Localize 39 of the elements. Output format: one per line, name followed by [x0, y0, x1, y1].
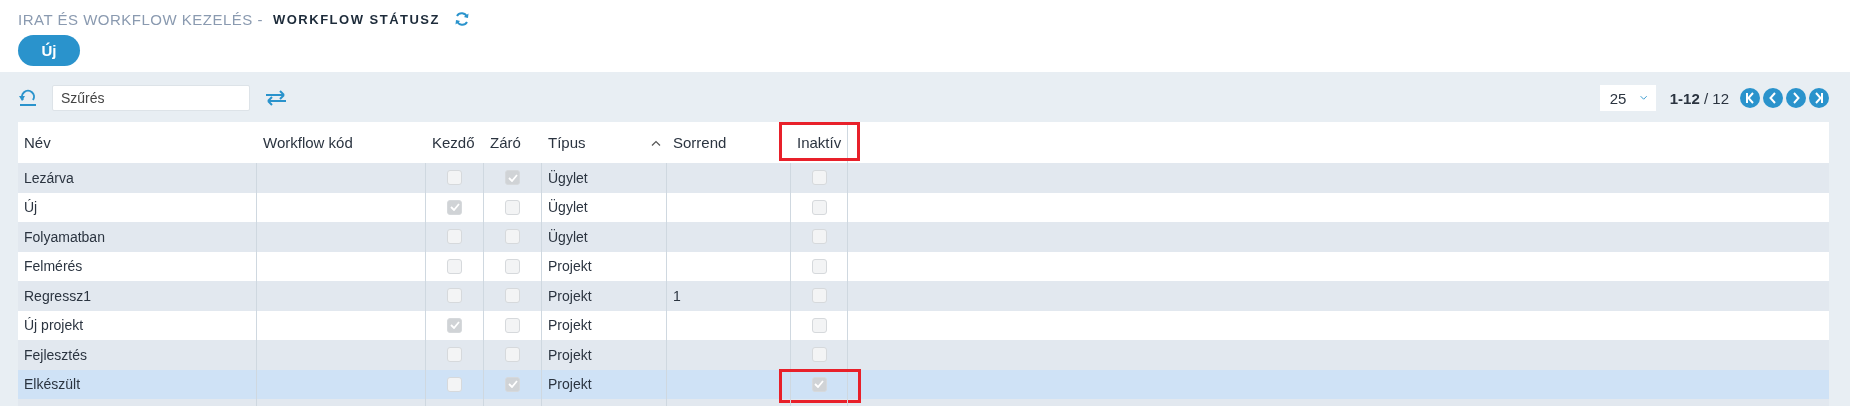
next-page-button[interactable] [1786, 88, 1806, 108]
column-header[interactable]: Workflow kód [257, 122, 426, 163]
page-title: WORKFLOW STÁTUSZ [273, 11, 440, 27]
table-cell: Új [24, 199, 38, 216]
table-cell: Projekt [548, 258, 592, 275]
table-row[interactable]: Fejlesztés Projekt [18, 340, 1829, 370]
previous-page-button[interactable] [1763, 88, 1783, 108]
column-header[interactable]: Záró [484, 122, 542, 163]
table-cell: Ügylet [548, 169, 588, 186]
table-cell: Projekt [548, 317, 592, 334]
table-cell: Új projekt [24, 317, 84, 334]
column-header[interactable]: Név [18, 122, 257, 163]
table-row[interactable]: Lezárva Ügylet [18, 163, 1829, 193]
table-cell: Projekt [548, 287, 592, 304]
page-range: 1-12 / 12 [1669, 89, 1729, 107]
table-cell: Elkészült [24, 376, 81, 393]
table-cell: Ügylet [548, 199, 588, 216]
table-cell: Lezárva [24, 169, 74, 186]
table-row[interactable]: Regressz1 Projekt 1 [18, 281, 1829, 311]
reset-icon[interactable] [18, 89, 38, 107]
table-cell: 1 [673, 287, 681, 304]
table-cell: Regressz1 [24, 287, 91, 304]
table-cell: Ügylet [548, 228, 588, 245]
table-cell: Felmérés [24, 258, 83, 275]
column-header[interactable]: Kezdő [426, 122, 484, 163]
column-header[interactable]: Sorrend [667, 122, 791, 163]
last-page-button[interactable] [1809, 88, 1829, 108]
swap-icon[interactable] [265, 90, 287, 106]
first-page-button[interactable] [1740, 88, 1760, 108]
column-header[interactable]: Típus [542, 122, 667, 163]
table-cell: Projekt [548, 346, 592, 363]
table-row[interactable]: Folyamatban Ügylet [18, 222, 1829, 252]
table-cell: Folyamatban [24, 228, 105, 245]
table-cell: Fejlesztés [24, 346, 88, 363]
caret-icon [1640, 94, 1648, 102]
table-cell: Projekt [548, 376, 592, 393]
page-size-select[interactable]: 25 [1599, 85, 1656, 111]
refresh-icon[interactable] [453, 11, 470, 27]
filter-field[interactable]: Szűrés [52, 85, 250, 111]
